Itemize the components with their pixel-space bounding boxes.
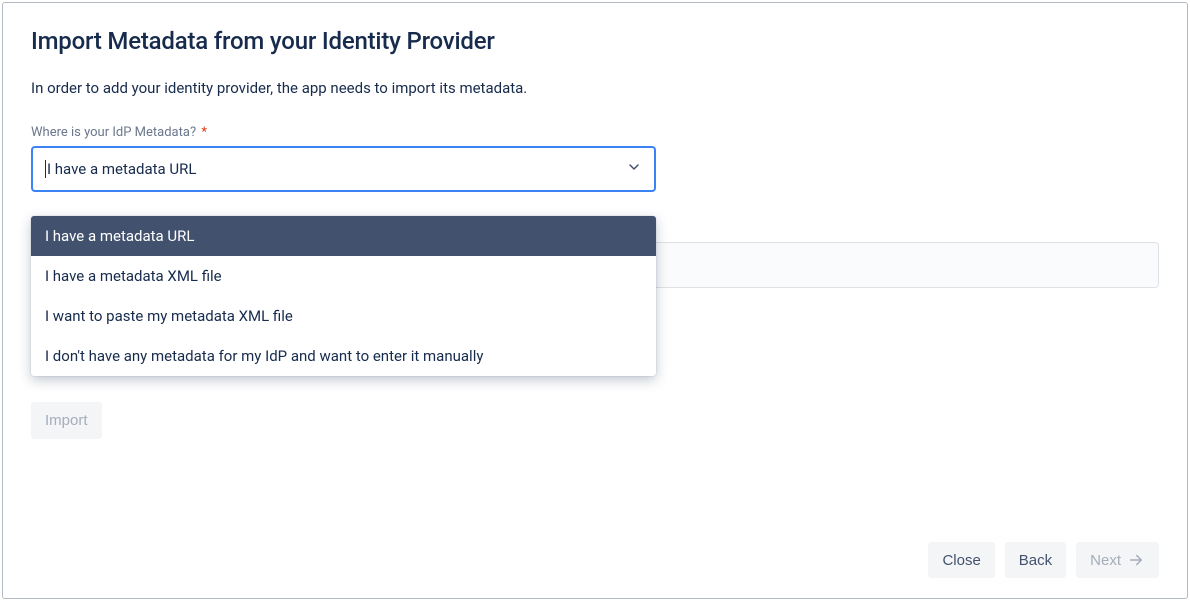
page-title: Import Metadata from your Identity Provi… xyxy=(31,27,1159,55)
import-button[interactable]: Import xyxy=(31,402,102,439)
required-marker: * xyxy=(201,125,207,140)
field-label: Where is your IdP Metadata? * xyxy=(31,125,1159,140)
next-button-label: Next xyxy=(1090,552,1121,569)
dropdown-option[interactable]: I have a metadata XML file xyxy=(31,256,656,296)
import-metadata-modal: Import Metadata from your Identity Provi… xyxy=(2,2,1188,599)
back-button[interactable]: Back xyxy=(1005,542,1066,578)
metadata-dropdown: I have a metadata URL I have a metadata … xyxy=(31,216,656,376)
chevron-down-icon xyxy=(626,159,642,179)
dropdown-option[interactable]: I want to paste my metadata XML file xyxy=(31,296,656,336)
arrow-right-icon xyxy=(1127,551,1145,569)
select-value: I have a metadata URL xyxy=(45,160,196,178)
metadata-select-wrap: I have a metadata URL I have a metadata … xyxy=(31,146,656,192)
modal-footer: Close Back Next xyxy=(31,522,1159,578)
dropdown-option[interactable]: I have a metadata URL xyxy=(31,216,656,256)
next-button[interactable]: Next xyxy=(1076,542,1159,578)
metadata-select[interactable]: I have a metadata URL xyxy=(31,146,656,192)
dropdown-option[interactable]: I don't have any metadata for my IdP and… xyxy=(31,336,656,376)
close-button[interactable]: Close xyxy=(928,542,994,578)
description-text: In order to add your identity provider, … xyxy=(31,79,1159,97)
field-label-text: Where is your IdP Metadata? xyxy=(31,125,196,140)
metadata-location-field: Where is your IdP Metadata? * I have a m… xyxy=(31,125,1159,192)
